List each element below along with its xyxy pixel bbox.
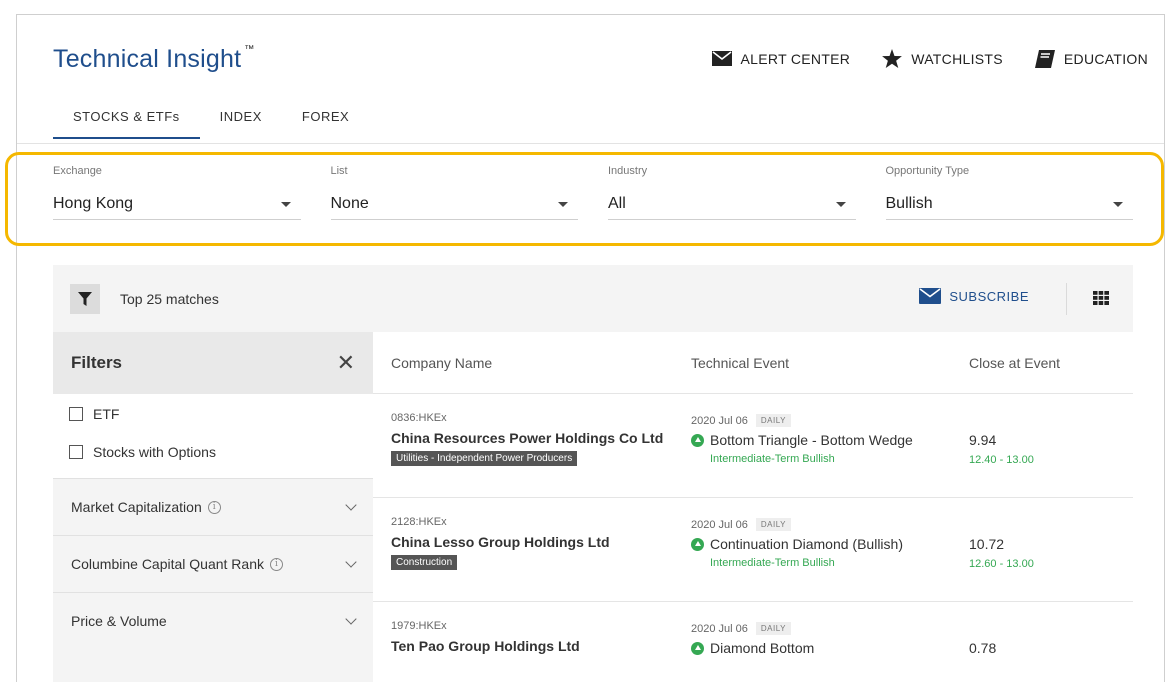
event-name: Diamond Bottom [710,640,815,656]
event-date: 2020 Jul 06 [691,518,748,531]
matches-count: Top 25 matches [120,290,219,307]
price-volume-section[interactable]: Price & Volume [53,592,373,649]
table-row[interactable]: 1979:HKEx Ten Pao Group Holdings Ltd 202… [373,602,1133,682]
column-company-name[interactable]: Company Name [373,355,691,371]
app-window: Technical Insight ™ ALERT CENTER WATCHLIS… [16,14,1165,682]
target-range: 12.60 - 13.00 [969,558,1034,570]
caret-down-icon [1113,201,1123,207]
company-name[interactable]: China Resources Power Holdings Co Ltd [391,429,691,448]
quant-rank-section[interactable]: Columbine Capital Quant Rank i [53,535,373,592]
bullish-arrow-icon [691,641,704,655]
scan-selectors: Exchange Hong Kong List None Industry Al… [53,165,1133,220]
tab-forex[interactable]: FOREX [282,109,369,139]
envelope-icon [711,51,732,66]
filter-checkboxes: ETF Stocks with Options [53,394,373,478]
caret-down-icon [558,201,568,207]
column-close-at-event[interactable]: Close at Event [969,355,1060,371]
ticker: 1979:HKEx [391,620,447,632]
industry-select: Industry All [608,165,856,220]
chevron-down-icon [345,613,357,625]
market-capitalization-section[interactable]: Market Capitalization i [53,478,373,535]
bullish-arrow-icon [691,537,704,551]
event-name: Bottom Triangle - Bottom Wedge [710,432,913,448]
exchange-label: Exchange [53,165,102,177]
opportunity-type-label: Opportunity Type [885,165,970,177]
close-value: 0.78 [969,640,997,656]
tab-stocks-etfs[interactable]: STOCKS & ETFs [53,109,200,139]
list-select: List None [330,165,578,220]
header-separator [1066,283,1067,315]
info-icon[interactable]: i [207,500,221,514]
asset-tabs: STOCKS & ETFs INDEX FOREX [53,109,369,139]
column-technical-event[interactable]: Technical Event [691,355,969,371]
watchlists-button[interactable]: WATCHLISTS [882,49,1003,68]
etf-checkbox[interactable]: ETF [69,406,357,422]
close-value: 10.72 [969,536,1005,552]
chevron-down-icon [345,556,357,568]
frequency-tag: DAILY [755,414,791,427]
results-table: Company Name Technical Event Close at Ev… [373,332,1133,682]
caret-down-icon [835,201,846,207]
filter-toggle-button[interactable] [70,283,100,314]
filters-title: Filters [71,353,123,372]
ticker: 0836:HKEx [391,412,447,424]
app-title: Technical Insight ™ [53,43,255,73]
grid-icon [1093,291,1109,305]
industry-label: Industry [608,165,648,177]
table-header: Company Name Technical Event Close at Ev… [373,332,1133,394]
tab-divider [17,143,1164,144]
event-date: 2020 Jul 06 [691,414,748,427]
chevron-down-icon [345,499,357,511]
company-name[interactable]: China Lesso Group Holdings Ltd [391,533,691,552]
education-button[interactable]: EDUCATION [1034,49,1148,68]
caret-down-icon [280,201,291,207]
envelope-icon [919,288,942,304]
event-term: Intermediate-Term Bullish [710,557,835,569]
grid-view-button[interactable] [1093,291,1109,310]
tab-index[interactable]: INDEX [200,109,282,139]
close-value: 9.94 [969,432,997,448]
table-row[interactable]: 0836:HKEx China Resources Power Holdings… [373,394,1133,498]
close-icon[interactable]: ✕ [337,352,355,374]
frequency-tag: DAILY [755,622,791,635]
alert-center-button[interactable]: ALERT CENTER [711,49,851,68]
filters-header: Filters ✕ [53,332,373,394]
industry-dropdown[interactable]: All [608,195,856,220]
list-dropdown[interactable]: None [330,195,578,220]
results-panel: Top 25 matches SUBSCRIBE Filters ✕ ETF S… [53,265,1133,682]
filters-sidebar: Filters ✕ ETF Stocks with Options Market… [53,332,373,682]
frequency-tag: DAILY [755,518,791,531]
company-name[interactable]: Ten Pao Group Holdings Ltd [391,637,691,656]
checkbox-box[interactable] [69,445,83,459]
table-row[interactable]: 2128:HKEx China Lesso Group Holdings Ltd… [373,498,1133,602]
trademark: ™ [244,43,255,55]
opportunity-type-select: Opportunity Type Bullish [885,165,1133,220]
exchange-dropdown[interactable]: Hong Kong [53,195,301,220]
info-icon[interactable]: i [270,557,283,571]
event-term: Intermediate-Term Bullish [710,453,835,465]
funnel-icon [78,291,92,306]
opportunity-type-dropdown[interactable]: Bullish [885,195,1133,220]
event-name: Continuation Diamond (Bullish) [710,536,903,552]
bullish-arrow-icon [691,433,704,447]
top-nav: ALERT CENTER WATCHLISTS EDUCATION [711,49,1148,68]
list-label: List [330,165,348,177]
book-icon [1034,49,1055,68]
sector-badge: Utilities - Independent Power Producers [391,451,578,466]
subscribe-button[interactable]: SUBSCRIBE [919,288,1029,304]
sector-badge: Construction [391,555,458,570]
target-range: 12.40 - 13.00 [969,454,1034,466]
star-icon [882,49,903,68]
ticker: 2128:HKEx [391,516,447,528]
checkbox-box[interactable] [69,407,83,421]
stocks-with-options-checkbox[interactable]: Stocks with Options [69,444,357,460]
event-date: 2020 Jul 06 [691,622,748,635]
exchange-select: Exchange Hong Kong [53,165,301,220]
